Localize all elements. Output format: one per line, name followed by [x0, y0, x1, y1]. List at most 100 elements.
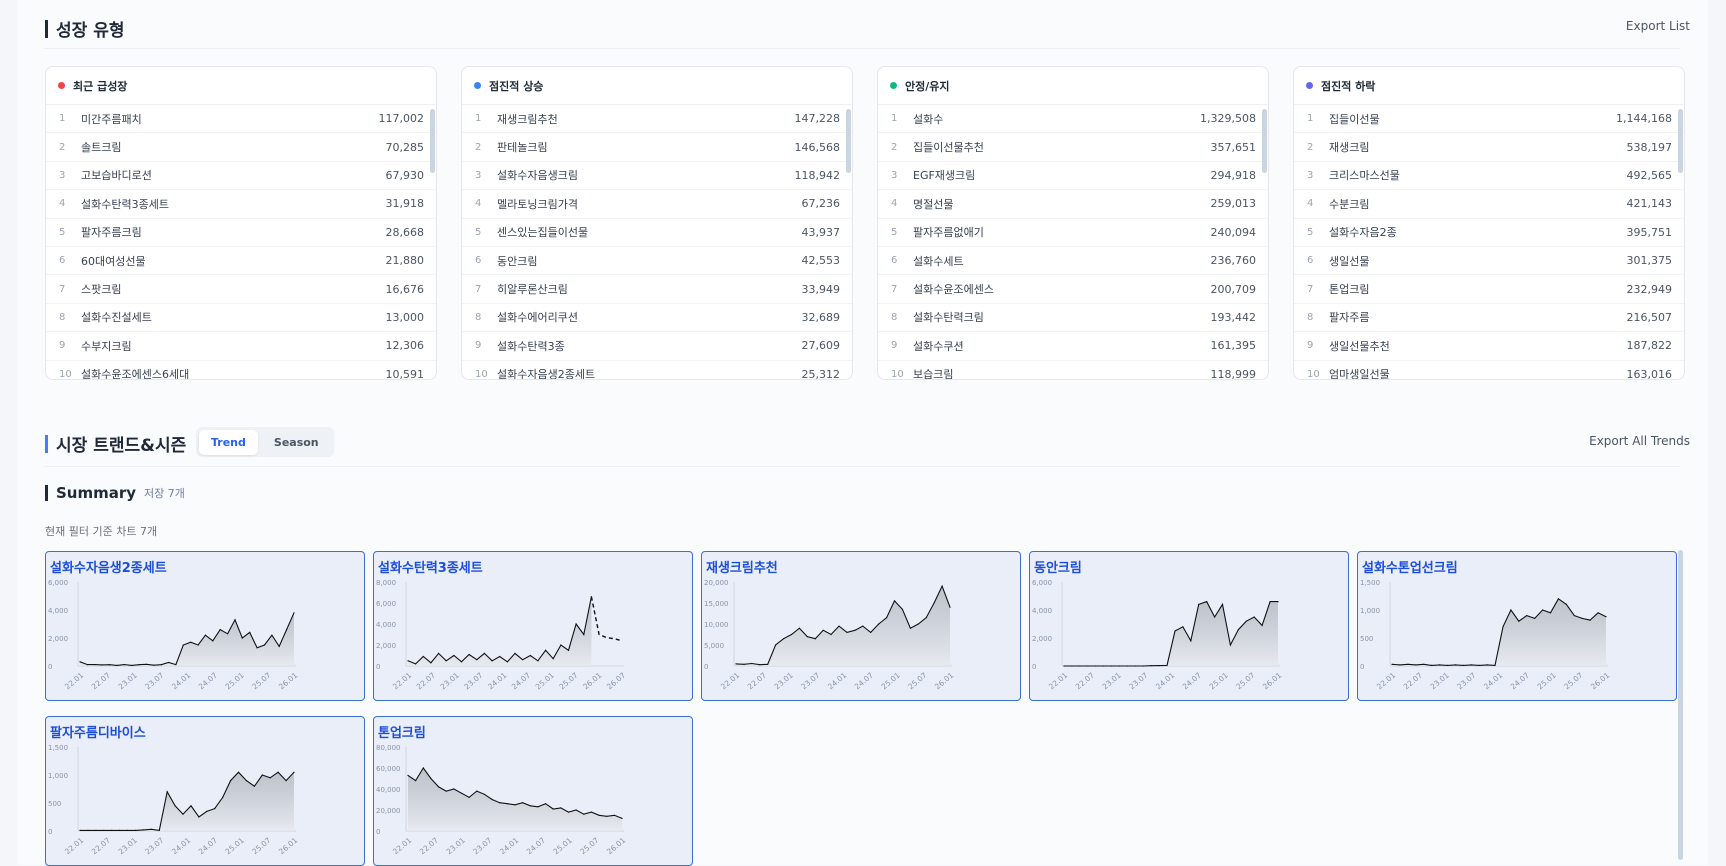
list-item[interactable]: 2 솔트크림 70,285 — [46, 133, 436, 162]
data-point — [95, 829, 97, 831]
list-item[interactable]: 5 설화수자음2종 395,751 — [1294, 219, 1684, 247]
list-item[interactable]: 6 동안크림 42,553 — [462, 247, 852, 276]
trend-mini-chart[interactable]: 팔자주름디바이스 1,500 1,000 500 0 22.01 22.07 23.01 23.… — [45, 716, 365, 866]
data-point — [1423, 663, 1425, 665]
data-point — [1502, 626, 1504, 628]
rank-number: 9 — [1307, 340, 1314, 352]
list-item[interactable]: 5 센스있는집들이선물 43,937 — [462, 219, 852, 247]
list-item[interactable]: 3 EGF재생크림 294,918 — [878, 162, 1268, 191]
data-point — [476, 790, 478, 792]
list-item[interactable]: 8 팔자주름 216,507 — [1294, 304, 1684, 333]
x-tick-label: 23.07 — [143, 670, 165, 691]
list-item[interactable]: 8 설화수탄력크림 193,442 — [878, 304, 1268, 333]
data-point — [101, 664, 103, 666]
keyword: 설화수쿠션 — [913, 339, 964, 353]
x-tick-label: 24.01 — [1154, 670, 1176, 691]
data-point — [925, 617, 927, 619]
list-item[interactable]: 1 미간주름패치 117,002 — [46, 105, 436, 134]
data-point — [415, 663, 417, 665]
data-point — [775, 644, 777, 646]
search-volume: 200,709 — [1210, 282, 1257, 296]
data-point — [103, 829, 105, 831]
list-item[interactable]: 9 생일선물추천 187,822 — [1294, 332, 1684, 361]
x-tick-label: 22.07 — [415, 670, 437, 691]
x-tick-label: 25.07 — [1562, 670, 1584, 691]
list-item[interactable]: 3 고보습바디로션 67,930 — [46, 162, 436, 191]
list-item[interactable]: 8 설화수에어리쿠션 32,689 — [462, 304, 852, 333]
tab-trend[interactable]: Trend — [199, 429, 258, 455]
keyword-list[interactable]: 1 미간주름패치 117,002 2 솔트크림 70,285 3 고보습바디로션 67,930 4… — [46, 105, 436, 379]
data-point — [1198, 603, 1200, 605]
data-point — [261, 774, 263, 776]
data-point — [1063, 665, 1065, 667]
list-item[interactable]: 7 톤업크림 232,949 — [1294, 275, 1684, 304]
list-item[interactable]: 2 재생크림 538,197 — [1294, 133, 1684, 162]
list-item[interactable]: 3 설화수자음생크림 118,942 — [462, 162, 852, 191]
chart-grid-scrollbar[interactable] — [1678, 550, 1683, 860]
list-item[interactable]: 5 팔자주름크림 28,668 — [46, 219, 436, 247]
trend-mini-chart[interactable]: 설화수자음생2종세트 6,000 4,000 2,000 0 22.01 22.07 23.0… — [45, 551, 365, 701]
rank-number: 3 — [1307, 169, 1314, 181]
list-item[interactable]: 2 판테놀크림 146,568 — [462, 133, 852, 162]
list-item[interactable]: 1 설화수 1,329,508 — [878, 105, 1268, 134]
trend-mini-chart[interactable]: 재생크림추천 20,000 15,000 10,000 5,000 0 22.01 22.07… — [701, 551, 1021, 701]
list-item[interactable]: 10 설화수윤조에센스6세대 10,591 — [46, 361, 436, 379]
export-list-button[interactable]: Export List — [1626, 19, 1690, 33]
trend-mini-chart[interactable]: 동안크림 6,000 4,000 2,000 0 22.01 22.07 23.01 23.07… — [1029, 551, 1349, 701]
export-all-trends-button[interactable]: Export All Trends — [1589, 434, 1690, 448]
list-item[interactable]: 1 집들이선물 1,144,168 — [1294, 105, 1684, 134]
list-scrollbar[interactable] — [430, 109, 435, 173]
list-item[interactable]: 4 설화수탄력3종세트 31,918 — [46, 190, 436, 219]
data-point — [583, 633, 585, 636]
list-item[interactable]: 4 수분크림 421,143 — [1294, 190, 1684, 219]
data-point — [759, 664, 761, 666]
list-item[interactable]: 5 팔자주름없애기 240,094 — [878, 219, 1268, 247]
list-scrollbar[interactable] — [846, 109, 851, 173]
trend-mini-chart[interactable]: 설화수톤업선크림 1,500 1,000 500 0 22.01 22.07 23.01 23.… — [1357, 551, 1677, 701]
rank-number: 7 — [891, 283, 898, 295]
data-point — [545, 649, 547, 651]
data-point — [1111, 665, 1113, 667]
data-point — [522, 659, 524, 661]
trend-mini-chart[interactable]: 설화수탄력3종세트 8,000 6,000 4,000 2,000 0 22.01 22.07… — [373, 551, 693, 701]
list-item[interactable]: 2 집들이선물추천 357,651 — [878, 133, 1268, 162]
keyword-list[interactable]: 1 설화수 1,329,508 2 집들이선물추천 357,651 3 EGF재생크림 294,… — [878, 105, 1268, 379]
x-tick-label: 23.01 — [117, 670, 139, 691]
tab-season[interactable]: Season — [262, 430, 331, 455]
list-item[interactable]: 6 설화수세트 236,760 — [878, 247, 1268, 276]
search-volume: 117,002 — [378, 112, 425, 126]
y-tick-label: 1,500 — [48, 744, 68, 752]
rank-number: 4 — [59, 198, 66, 210]
trend-mini-chart[interactable]: 톤업크림 80,000 60,000 40,000 20,000 0 22.01 22.07 2… — [373, 716, 693, 866]
list-item[interactable]: 6 생일선물 301,375 — [1294, 247, 1684, 276]
list-item[interactable]: 9 설화수탄력3종 27,609 — [462, 332, 852, 361]
list-scrollbar[interactable] — [1262, 109, 1267, 173]
list-item[interactable]: 1 재생크림추천 147,228 — [462, 105, 852, 134]
data-point — [537, 806, 539, 808]
series-area — [408, 596, 592, 666]
keyword-list[interactable]: 1 집들이선물 1,144,168 2 재생크림 538,197 3 크리스마스선물 492,5… — [1294, 105, 1684, 379]
search-volume: 538,197 — [1626, 140, 1673, 154]
list-item[interactable]: 9 수부지크림 12,306 — [46, 332, 436, 361]
list-item[interactable]: 9 설화수쿠션 161,395 — [878, 332, 1268, 361]
data-point — [1470, 664, 1472, 666]
list-item[interactable]: 10 엄마생일선물 163,016 — [1294, 361, 1684, 379]
list-item[interactable]: 10 보습크림 118,999 — [878, 361, 1268, 379]
list-item[interactable]: 7 설화수윤조에센스 200,709 — [878, 275, 1268, 304]
data-point — [1557, 598, 1559, 600]
growth-card-title: 안정/유지 — [905, 79, 950, 93]
list-item[interactable]: 3 크리스마스선물 492,565 — [1294, 162, 1684, 191]
rank-number: 9 — [891, 340, 898, 352]
x-tick-label: 25.01 — [1536, 670, 1558, 691]
keyword-list[interactable]: 1 재생크림추천 147,228 2 판테놀크림 146,568 3 설화수자음생크림 118,… — [462, 105, 852, 379]
data-point — [150, 828, 152, 830]
list-item[interactable]: 7 히알루론산크림 33,949 — [462, 275, 852, 304]
list-item[interactable]: 4 명절선물 259,013 — [878, 190, 1268, 219]
list-item[interactable]: 6 60대여성선물 21,880 — [46, 247, 436, 276]
list-item[interactable]: 10 설화수자음생2종세트 25,312 — [462, 361, 852, 379]
data-point — [830, 633, 832, 636]
list-scrollbar[interactable] — [1678, 109, 1683, 173]
list-item[interactable]: 8 설화수진설세트 13,000 — [46, 304, 436, 333]
list-item[interactable]: 7 스팟크림 16,676 — [46, 275, 436, 304]
list-item[interactable]: 4 멜라토닝크림가격 67,236 — [462, 190, 852, 219]
